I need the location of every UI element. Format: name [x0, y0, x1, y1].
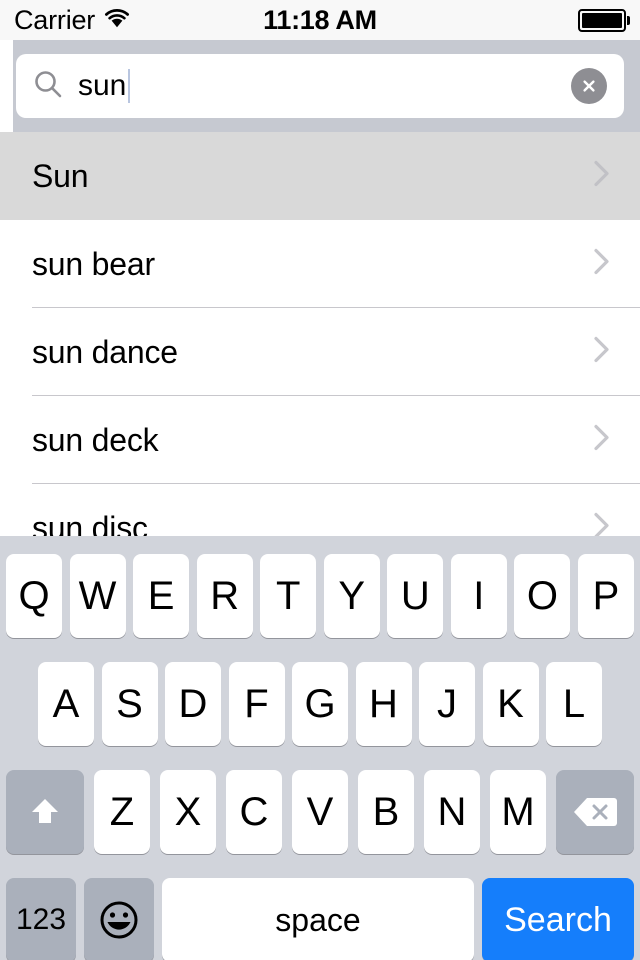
key-search-return[interactable]: Search — [482, 878, 634, 960]
key-v[interactable]: V — [292, 770, 348, 854]
keyboard-row-2: A S D F G H J K L — [0, 656, 640, 752]
key-o[interactable]: O — [514, 554, 571, 638]
key-f[interactable]: F — [228, 662, 285, 746]
list-item[interactable]: sun deck — [0, 396, 640, 484]
key-space[interactable]: space — [162, 878, 474, 960]
key-t[interactable]: T — [260, 554, 317, 638]
chevron-right-icon — [592, 158, 612, 195]
text-caret — [128, 69, 131, 103]
search-input[interactable]: sun — [16, 54, 624, 118]
smiley-face-icon[interactable] — [84, 878, 154, 960]
key-b[interactable]: B — [358, 770, 414, 854]
key-i[interactable]: I — [450, 554, 507, 638]
search-text-wrap: sun — [78, 69, 571, 103]
list-item-label: sun bear — [32, 246, 155, 282]
key-d[interactable]: D — [165, 662, 221, 746]
search-icon — [32, 68, 64, 105]
battery-full-icon — [578, 8, 630, 32]
key-p[interactable]: P — [577, 554, 634, 638]
chevron-right-icon — [592, 510, 612, 536]
list-item[interactable]: sun dance — [0, 308, 640, 396]
key-q[interactable]: Q — [6, 554, 62, 638]
key-s[interactable]: S — [101, 662, 158, 746]
search-bar-region: sun — [0, 40, 640, 132]
key-e[interactable]: E — [133, 554, 190, 638]
key-c[interactable]: C — [226, 770, 282, 854]
status-bar: Carrier 11:18 AM — [0, 0, 640, 40]
list-item[interactable]: Sun — [0, 132, 640, 220]
battery-cap — [627, 15, 630, 25]
keyboard-row-3: Z X C V B N M — [0, 764, 640, 860]
list-item[interactable]: sun disc — [0, 484, 640, 536]
battery-fill — [582, 12, 622, 28]
search-results-list[interactable]: Sun sun bear sun dance sun deck sun disc — [0, 132, 640, 536]
key-r[interactable]: R — [196, 554, 253, 638]
keyboard-row-4: 123 space Search — [0, 872, 640, 960]
key-z[interactable]: Z — [94, 770, 150, 854]
key-n[interactable]: N — [424, 770, 480, 854]
list-item[interactable]: sun bear — [0, 220, 640, 308]
shift-arrow-up-icon[interactable] — [6, 770, 84, 854]
key-l[interactable]: L — [546, 662, 602, 746]
iphone-screen: Carrier 11:18 AM sun Sun sun bear sun da… — [0, 0, 640, 960]
onscreen-keyboard[interactable]: Q W E R T Y U I O P A S D F G H J K L Z … — [0, 536, 640, 960]
search-input-value: sun — [78, 69, 127, 102]
backspace-delete-icon[interactable] — [556, 770, 634, 854]
key-numeric-switch[interactable]: 123 — [6, 878, 76, 960]
clear-circle-icon[interactable] — [571, 68, 607, 104]
key-u[interactable]: U — [387, 554, 444, 638]
key-a[interactable]: A — [38, 662, 94, 746]
key-g[interactable]: G — [292, 662, 348, 746]
list-item-label: sun disc — [32, 510, 148, 536]
status-bar-clock: 11:18 AM — [263, 4, 377, 35]
key-m[interactable]: M — [490, 770, 546, 854]
list-item-label: sun deck — [32, 422, 159, 458]
battery-body — [578, 8, 626, 32]
list-item-label: Sun — [32, 158, 89, 194]
key-y[interactable]: Y — [323, 554, 380, 638]
chevron-right-icon — [592, 334, 612, 371]
key-w[interactable]: W — [69, 554, 126, 638]
key-h[interactable]: H — [355, 662, 412, 746]
key-x[interactable]: X — [160, 770, 216, 854]
list-item-label: sun dance — [32, 334, 178, 370]
key-j[interactable]: J — [419, 662, 475, 746]
keyboard-row-1: Q W E R T Y U I O P — [0, 548, 640, 644]
chevron-right-icon — [592, 246, 612, 283]
chevron-right-icon — [592, 422, 612, 459]
key-k[interactable]: K — [482, 662, 539, 746]
